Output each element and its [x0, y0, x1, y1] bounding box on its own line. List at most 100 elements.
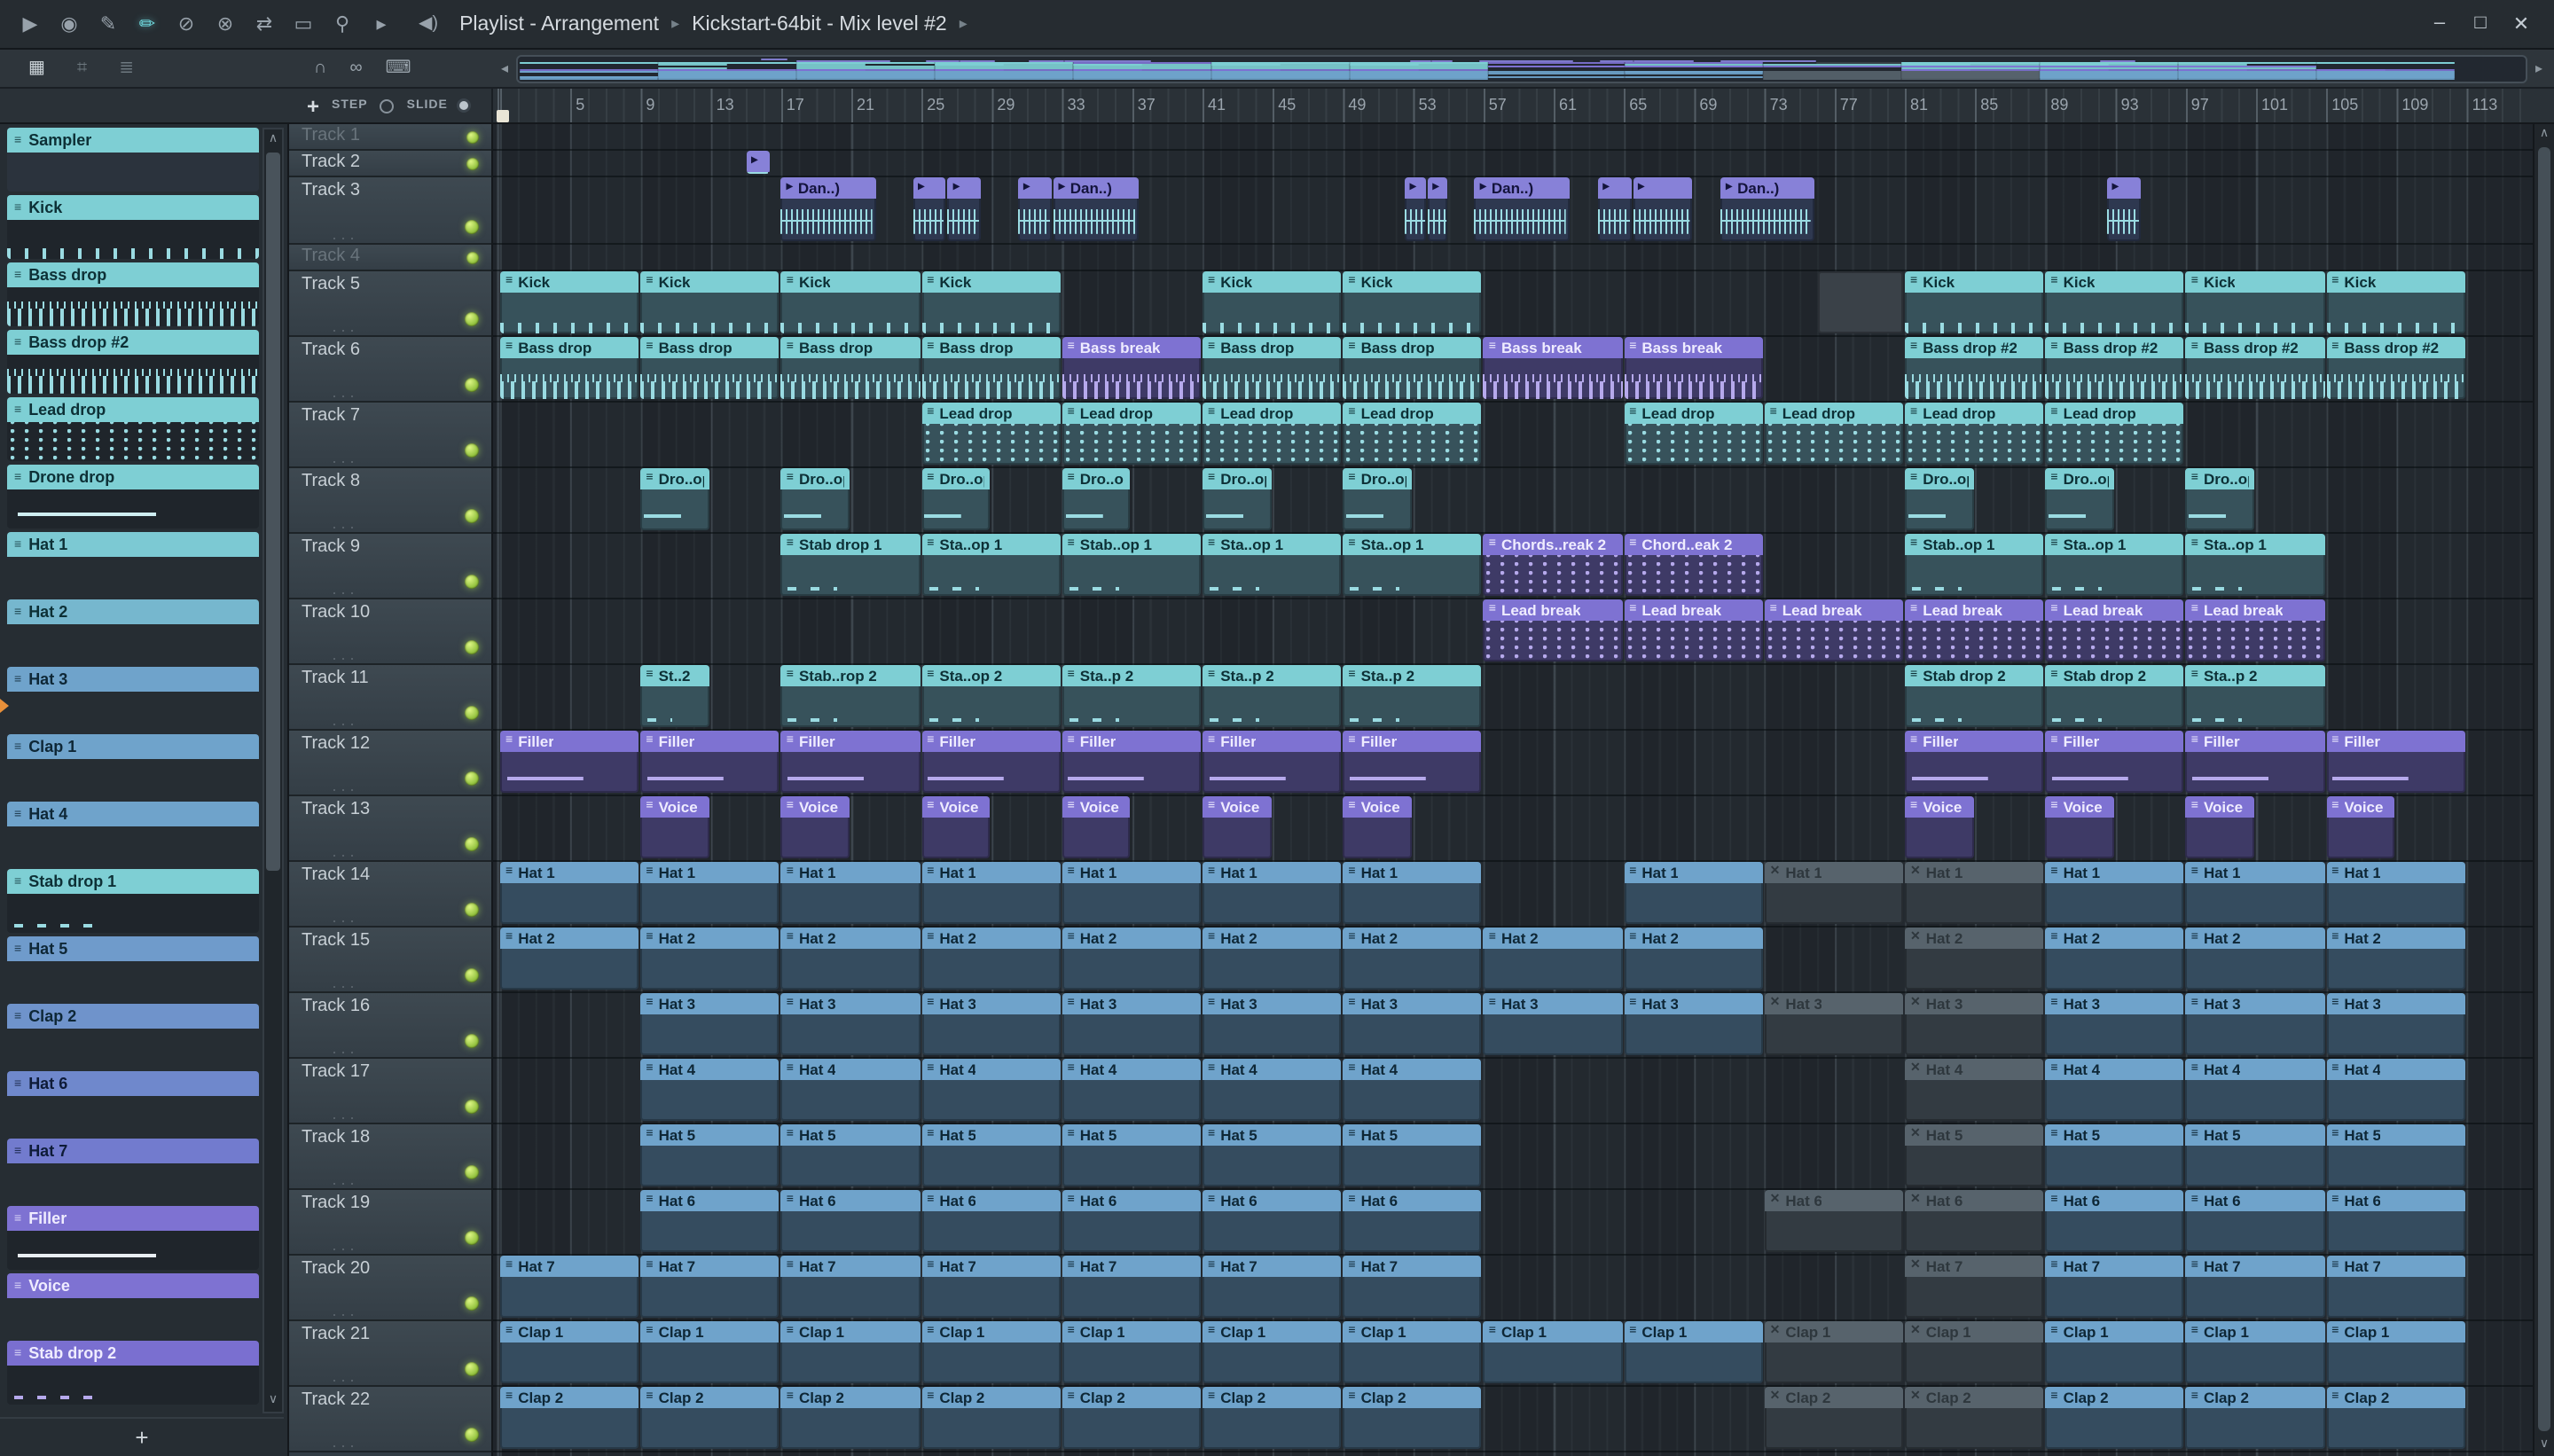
clip[interactable]: ≡ Hat 3 [1062, 993, 1201, 1055]
track-lane[interactable] [493, 245, 2533, 271]
clip[interactable]: ≡ Kick [500, 271, 639, 333]
track-header[interactable]: Track 16 ··· [289, 993, 491, 1061]
clip[interactable]: ≡ Hat 4 [780, 1059, 921, 1121]
clip[interactable]: ≡ Dro..op [640, 468, 709, 530]
picker-item[interactable]: ≡ Bass drop [7, 262, 259, 326]
picker-item[interactable]: ≡ Filler [7, 1206, 259, 1270]
track-resize-grip[interactable]: ··· [332, 649, 358, 667]
clip[interactable]: ≡ Hat 7 [500, 1256, 639, 1318]
select-tool-icon[interactable]: ▭ [284, 0, 323, 49]
picker-item[interactable]: ≡ Hat 2 [7, 599, 259, 663]
clip[interactable]: ≡ Hat 1 [1062, 862, 1201, 924]
track-resize-grip[interactable]: ··· [332, 1240, 358, 1257]
clip[interactable]: ≡ Sta..op 1 [1203, 534, 1342, 596]
maximize-button[interactable]: □ [2465, 12, 2495, 35]
clip[interactable]: ≡ Hat 1 [2326, 862, 2465, 924]
clip[interactable]: ≡ Lead drop [1203, 403, 1342, 465]
step-toggle[interactable] [380, 98, 395, 113]
clip[interactable]: ≡ Voice [640, 796, 709, 858]
track-lane[interactable]: ▸ Dan..) ▸ ▸ ▸ ▸ Dan..) ▸ ▸ ▸ Dan..) ▸ ▸ ▸ Dan..) ▸ [493, 177, 2533, 245]
clip[interactable]: ≡ St..2 [640, 665, 709, 727]
clip[interactable]: ≡ Kick [921, 271, 1061, 333]
track-resize-grip[interactable]: ··· [332, 583, 358, 601]
track-resize-grip[interactable]: ··· [332, 715, 358, 732]
picker-item[interactable]: ≡ Hat 3 [7, 667, 259, 731]
track-header[interactable]: Track 4 [289, 245, 491, 271]
minimap-scroll-left-icon[interactable]: ◂ [493, 60, 516, 76]
playback-tool-icon[interactable]: ▸ [362, 0, 401, 49]
track-header[interactable]: Track 8 ··· [289, 468, 491, 536]
clip[interactable]: ✕ Clap 1 [1764, 1321, 1903, 1383]
clip[interactable]: ≡ Stab drop 2 [1905, 665, 2044, 727]
track-header[interactable]: Track 14 ··· [289, 862, 491, 929]
clip[interactable]: ≡ Bass drop [640, 337, 780, 399]
picker-item[interactable]: ≡ Stab drop 2 [7, 1341, 259, 1405]
add-button[interactable]: + [307, 93, 319, 118]
clip[interactable]: ≡ Lead drop [1062, 403, 1201, 465]
track-lane[interactable]: ≡ Clap 2 ≡ Clap 2 ≡ Clap 2 ≡ Clap 2 ≡ Clap 2 ≡ Clap… [493, 1387, 2533, 1452]
clip[interactable]: ≡ Hat 7 [2045, 1256, 2184, 1318]
track-resize-grip[interactable]: ··· [332, 321, 358, 339]
clip[interactable]: ≡ Lead break [1483, 599, 1623, 661]
clip[interactable]: ≡ Stab..op 1 [1905, 534, 2044, 596]
track-mute-led[interactable] [465, 575, 479, 589]
playlist-vscrollbar[interactable]: ∧ ∨ [2533, 124, 2554, 1456]
clip[interactable]: ≡ Hat 5 [1203, 1124, 1342, 1186]
track-resize-grip[interactable]: ··· [332, 1305, 358, 1323]
clip[interactable]: ≡ Dro..op [921, 468, 991, 530]
clip[interactable]: ≡ Hat 6 [921, 1190, 1061, 1252]
clip[interactable]: ≡ Bass break [1483, 337, 1623, 399]
track-mute-led[interactable] [465, 220, 479, 234]
clip[interactable]: ≡ Hat 4 [2326, 1059, 2465, 1121]
clip[interactable]: ≡ Filler [2185, 731, 2325, 793]
clip[interactable]: ≡ Hat 3 [1624, 993, 1763, 1055]
picker-item[interactable]: ≡ Sampler [7, 128, 259, 192]
clip[interactable]: ≡ Hat 1 [2045, 862, 2184, 924]
clip[interactable]: ≡ Hat 6 [780, 1190, 921, 1252]
clip[interactable]: ▸ Dan..) [1474, 177, 1570, 241]
clip[interactable]: ≡ Hat 2 [1483, 928, 1623, 990]
clip[interactable]: ≡ Clap 2 [921, 1387, 1061, 1449]
clip[interactable]: ≡ Clap 1 [640, 1321, 780, 1383]
clip[interactable]: ✕ Hat 6 [1764, 1190, 1903, 1252]
clip[interactable]: ≡ Lead break [2185, 599, 2325, 661]
clip[interactable]: ≡ Hat 3 [2045, 993, 2184, 1055]
track-resize-grip[interactable]: ··· [332, 452, 358, 470]
track-header[interactable]: Track 9 ··· [289, 534, 491, 601]
track-header[interactable]: Track 22 ··· [289, 1387, 491, 1454]
clip[interactable]: ≡ Sta..p 2 [1203, 665, 1342, 727]
clip[interactable]: ≡ Stab..rop 2 [780, 665, 921, 727]
picker-item[interactable]: ≡ Drone drop [7, 465, 259, 528]
clip[interactable]: ≡ Clap 1 [1343, 1321, 1482, 1383]
clip[interactable]: ✕ Clap 1 [1905, 1321, 2044, 1383]
clip[interactable]: ≡ Hat 2 [1343, 928, 1482, 990]
clip[interactable]: ≡ Clap 1 [2185, 1321, 2325, 1383]
picker-item[interactable]: ≡ Kick [7, 195, 259, 259]
track-resize-grip[interactable]: ··· [332, 387, 358, 404]
clip[interactable]: ≡ Lead break [2045, 599, 2184, 661]
clip[interactable]: ≡ Hat 4 [2185, 1059, 2325, 1121]
track-lane[interactable]: ▸ [493, 151, 2533, 177]
track-resize-grip[interactable]: ··· [332, 780, 358, 798]
clip[interactable]: ≡ Bass drop #2 [1905, 337, 2044, 399]
minimize-button[interactable]: – [2425, 12, 2455, 35]
clip[interactable]: ≡ Hat 2 [1062, 928, 1201, 990]
track-header[interactable]: Track 2 [289, 151, 491, 177]
track-mute-led[interactable] [465, 1165, 479, 1179]
clip[interactable]: ≡ Hat 2 [500, 928, 639, 990]
minimap-scroll-right-icon[interactable]: ▸ [2527, 60, 2550, 76]
scroll-down-icon[interactable]: ∨ [2534, 1435, 2554, 1456]
track-lane[interactable]: ≡ Voice ≡ Voice ≡ Voice ≡ Voice ≡ Voice ≡ Voice ≡ Voi… [493, 796, 2533, 862]
clip[interactable]: ≡ Lead drop [2045, 403, 2184, 465]
draw-tool-icon[interactable]: ✎ [89, 0, 128, 49]
track-mute-led[interactable] [466, 131, 479, 144]
clip[interactable]: ≡ Lead break [1905, 599, 2044, 661]
minimap[interactable] [516, 54, 2527, 82]
clip[interactable]: ≡ Hat 4 [1062, 1059, 1201, 1121]
playhead-marker[interactable] [497, 110, 509, 122]
speaker-icon[interactable]: ◀) [419, 14, 438, 34]
clip[interactable]: ≡ Bass drop #2 [2045, 337, 2184, 399]
track-lane[interactable] [493, 124, 2533, 151]
clip[interactable]: ≡ Sta..p 2 [2185, 665, 2325, 727]
clip[interactable]: ≡ Hat 7 [2326, 1256, 2465, 1318]
